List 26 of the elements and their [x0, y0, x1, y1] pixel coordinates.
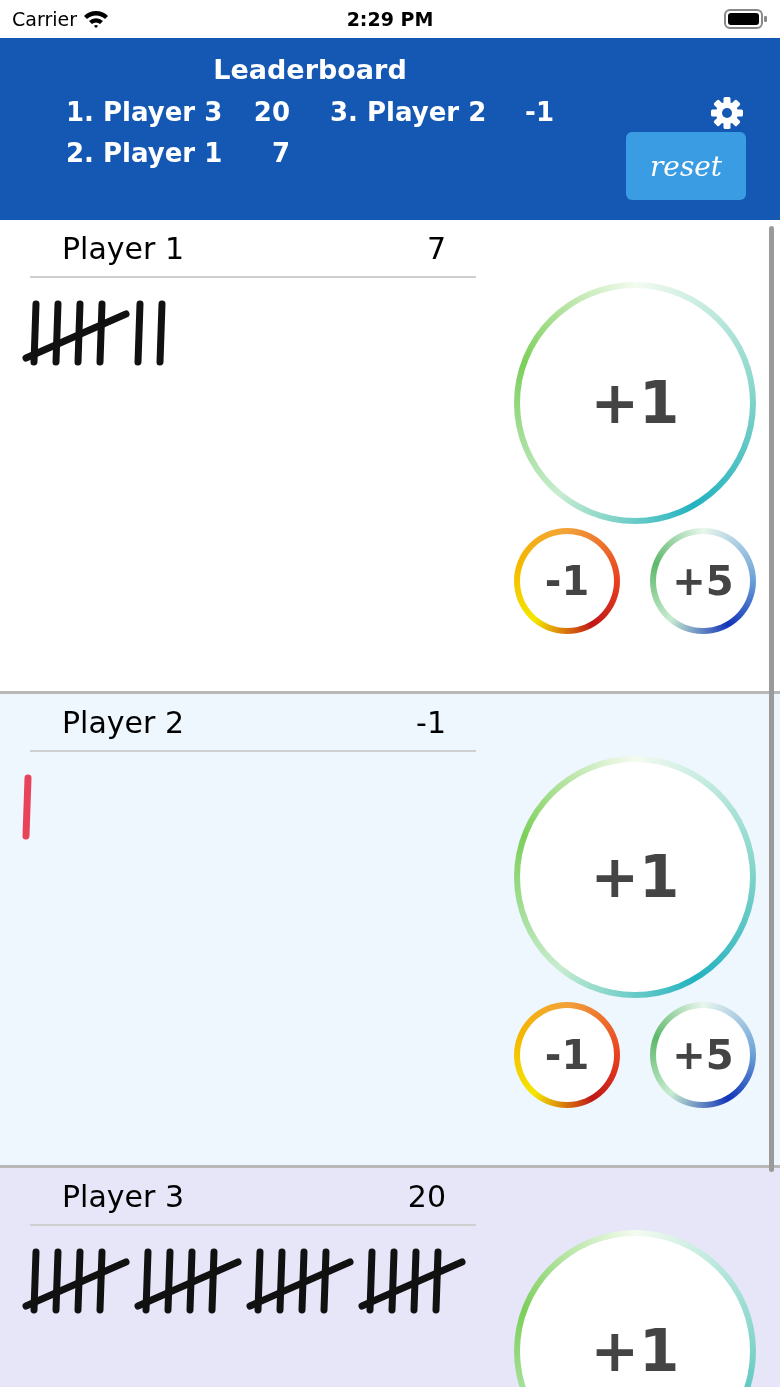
ranking-score: -1: [525, 96, 554, 127]
carrier-label: Carrier: [12, 8, 77, 30]
tally-marks-drawing: [134, 298, 168, 368]
score-button[interactable]: +1: [514, 1230, 756, 1387]
leaderboard-title: Leaderboard: [212, 54, 408, 85]
ranking-player: 2. Player 1: [66, 137, 223, 168]
wifi-icon: [83, 9, 109, 29]
score-button[interactable]: +1: [514, 282, 756, 524]
score-button[interactable]: -1: [514, 1002, 620, 1108]
player-name: Player 1: [62, 230, 184, 266]
ranking-score: 7: [271, 137, 290, 168]
settings-icon[interactable]: [710, 96, 744, 130]
ranking-score: 20: [253, 96, 290, 127]
score-button[interactable]: +5: [650, 528, 756, 634]
score-button[interactable]: +5: [650, 1002, 756, 1108]
player-name: Player 3: [62, 1178, 184, 1214]
score-button[interactable]: +1: [514, 756, 756, 998]
player-score: 20: [407, 1178, 446, 1214]
clock-time: 2:29 PM: [346, 8, 434, 30]
player-score: -1: [416, 704, 446, 740]
ranking-player: 1. Player 3: [66, 96, 223, 127]
player-score: 7: [426, 230, 446, 266]
player-name: Player 2: [62, 704, 184, 740]
battery-icon: [724, 8, 768, 30]
score-button[interactable]: -1: [514, 528, 620, 634]
ranking-player: 3. Player 2: [330, 96, 487, 127]
